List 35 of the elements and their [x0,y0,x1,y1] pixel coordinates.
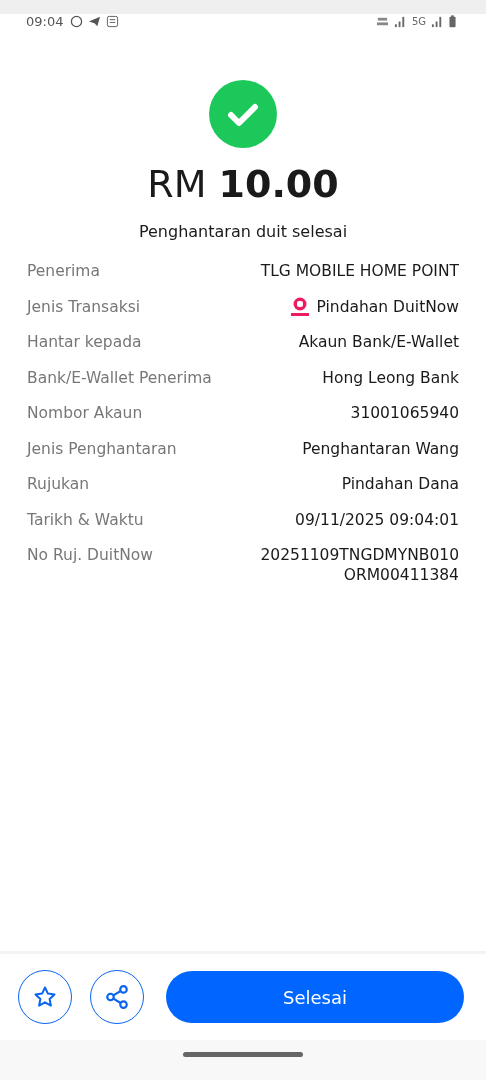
detail-label: Rujukan [27,474,90,494]
battery-icon [449,14,456,28]
send-icon [88,14,102,28]
success-check-icon [209,80,277,148]
network-label: 5G [411,15,426,27]
status-time: 09:04 [26,13,64,29]
duitnow-logo-icon [288,296,311,317]
detail-label: Penerima [27,261,100,281]
chat-icon [70,14,84,28]
amount: RM 10.00 [147,162,339,206]
done-button[interactable]: Selesai [166,971,464,1023]
star-icon [33,985,57,1009]
detail-value: 09/11/2025 09:04:01 [295,509,459,530]
detail-label: Bank/E-Wallet Penerima [27,367,212,388]
status-message: Penghantaran duit selesai [138,222,348,241]
detail-value: Penghantaran Wang [302,438,459,459]
detail-value: 20251109TNGDMYNB010 ORM00411384 [260,545,459,585]
detail-value: Pindahan DuitNow [316,296,459,317]
detail-label: Tarikh & Waktu [27,509,144,530]
detail-value: Pindahan Dana [341,474,459,494]
detail-label: Nombor Akaun [27,403,143,423]
signal-icon [431,14,444,28]
detail-label: No Ruj. DuitNow [27,545,153,565]
share-button[interactable] [90,970,144,1024]
detail-label: Hantar kepada [27,332,142,352]
signal-icon [393,14,407,28]
detail-label: Jenis Transaksi [27,296,141,317]
detail-value: 31001065940 [350,403,459,423]
favorite-button[interactable] [18,970,72,1024]
detail-value: Hong Leong Bank [322,367,459,388]
detail-value: Akaun Bank/E-Wallet [298,332,459,352]
share-icon [104,984,130,1010]
detail-value: TLG MOBILE HOME POINT [260,261,459,281]
detail-label: Jenis Penghantaran [27,438,177,459]
app-icon [106,14,120,28]
